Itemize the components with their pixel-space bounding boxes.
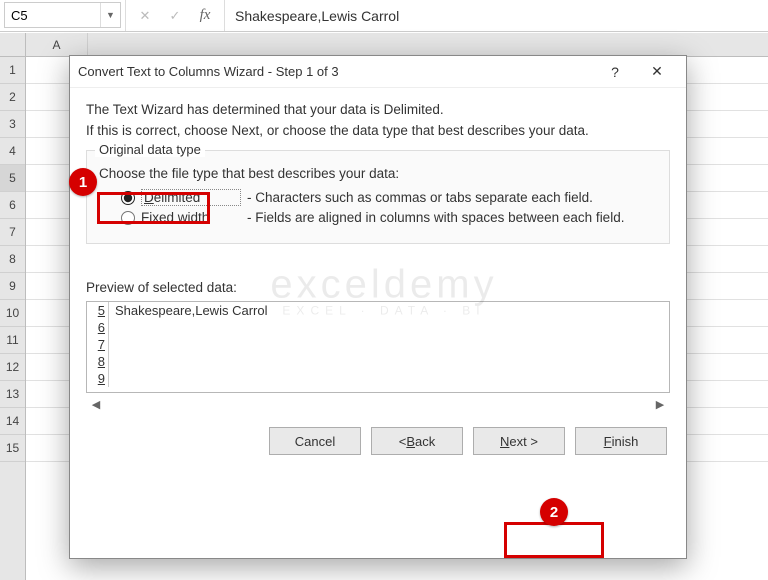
preview-row-num: 8 xyxy=(87,353,109,370)
radio-fixed-input[interactable] xyxy=(121,211,135,225)
row-header[interactable]: 14 xyxy=(0,408,25,435)
radio-fixed-desc: - Fields are aligned in columns with spa… xyxy=(247,210,624,225)
select-all-cell[interactable] xyxy=(0,33,25,57)
radio-fixed-width[interactable]: Fixed width xyxy=(121,210,241,225)
name-box-dropdown[interactable]: ▼ xyxy=(100,3,120,27)
preview-row-val xyxy=(109,336,115,353)
radio-fixed-label: Fixed width xyxy=(141,210,241,225)
cancel-formula-icon: ✕ xyxy=(132,4,158,28)
preview-row-val xyxy=(109,353,115,370)
row-header[interactable]: 6 xyxy=(0,192,25,219)
row-header[interactable]: 15 xyxy=(0,435,25,462)
column-header[interactable]: A xyxy=(26,33,88,57)
dialog-titlebar[interactable]: Convert Text to Columns Wizard - Step 1 … xyxy=(70,56,686,88)
formula-buttons: ✕ ✓ fx xyxy=(125,0,225,31)
row-header[interactable]: 3 xyxy=(0,111,25,138)
name-box-input[interactable] xyxy=(5,8,100,23)
column-headers: A xyxy=(26,33,768,57)
dialog-body: The Text Wizard has determined that your… xyxy=(70,88,686,455)
radio-delimited[interactable]: Delimited xyxy=(121,189,241,206)
cancel-button[interactable]: Cancel xyxy=(269,427,361,455)
intro-text-1: The Text Wizard has determined that your… xyxy=(86,102,670,117)
row-header[interactable]: 12 xyxy=(0,354,25,381)
row-header[interactable]: 8 xyxy=(0,246,25,273)
row-header[interactable]: 4 xyxy=(0,138,25,165)
row-header[interactable]: 7 xyxy=(0,219,25,246)
dialog-title: Convert Text to Columns Wizard - Step 1 … xyxy=(78,64,594,79)
fieldset-prompt: Choose the file type that best describes… xyxy=(99,166,657,181)
radio-row-fixed: Fixed width - Fields are aligned in colu… xyxy=(121,210,657,225)
accept-formula-icon: ✓ xyxy=(162,4,188,28)
row-header[interactable]: 2 xyxy=(0,84,25,111)
preview-label: Preview of selected data: xyxy=(86,280,670,295)
radio-row-delimited: Delimited - Characters such as commas or… xyxy=(121,189,657,206)
row-header[interactable]: 11 xyxy=(0,327,25,354)
row-header[interactable]: 10 xyxy=(0,300,25,327)
row-header[interactable]: 1 xyxy=(0,57,25,84)
dialog-buttons: Cancel < Back Next > Finish xyxy=(266,427,670,455)
row-header[interactable]: 5 xyxy=(0,165,25,192)
formula-input[interactable]: Shakespeare,Lewis Carrol xyxy=(225,0,768,31)
preview-box[interactable]: 5Shakespeare,Lewis Carrol 6 7 8 9 xyxy=(86,301,670,393)
preview-row-val: Shakespeare,Lewis Carrol xyxy=(109,302,267,319)
preview-row-num: 7 xyxy=(87,336,109,353)
preview-row-num: 6 xyxy=(87,319,109,336)
next-button[interactable]: Next > xyxy=(473,427,565,455)
close-button[interactable]: ✕ xyxy=(636,56,678,88)
preview-scrollbar[interactable]: ◀ ▶ xyxy=(86,395,670,413)
name-box[interactable]: ▼ xyxy=(4,2,121,28)
back-button[interactable]: < Back xyxy=(371,427,463,455)
row-header[interactable]: 13 xyxy=(0,381,25,408)
intro-text-2: If this is correct, choose Next, or choo… xyxy=(86,123,670,138)
radio-delimited-input[interactable] xyxy=(121,191,135,205)
preview-row-num: 9 xyxy=(87,370,109,387)
row-headers: 1 2 3 4 5 6 7 8 9 10 11 12 13 14 15 xyxy=(0,33,26,580)
formula-bar: ▼ ✕ ✓ fx Shakespeare,Lewis Carrol xyxy=(0,0,768,32)
preview-row-num: 5 xyxy=(87,302,109,319)
scroll-left-icon[interactable]: ◀ xyxy=(88,398,104,411)
fx-icon[interactable]: fx xyxy=(192,4,218,28)
scroll-right-icon[interactable]: ▶ xyxy=(652,398,668,411)
preview-row-val xyxy=(109,370,115,387)
help-button[interactable]: ? xyxy=(594,56,636,88)
finish-button[interactable]: Finish xyxy=(575,427,667,455)
fieldset-legend: Original data type xyxy=(95,142,205,157)
radio-delimited-desc: - Characters such as commas or tabs sepa… xyxy=(247,190,593,205)
row-header[interactable]: 9 xyxy=(0,273,25,300)
preview-row-val xyxy=(109,319,115,336)
original-data-type-group: Original data type Choose the file type … xyxy=(86,150,670,244)
text-to-columns-dialog: Convert Text to Columns Wizard - Step 1 … xyxy=(69,55,687,559)
radio-delimited-label: Delimited xyxy=(141,189,241,206)
